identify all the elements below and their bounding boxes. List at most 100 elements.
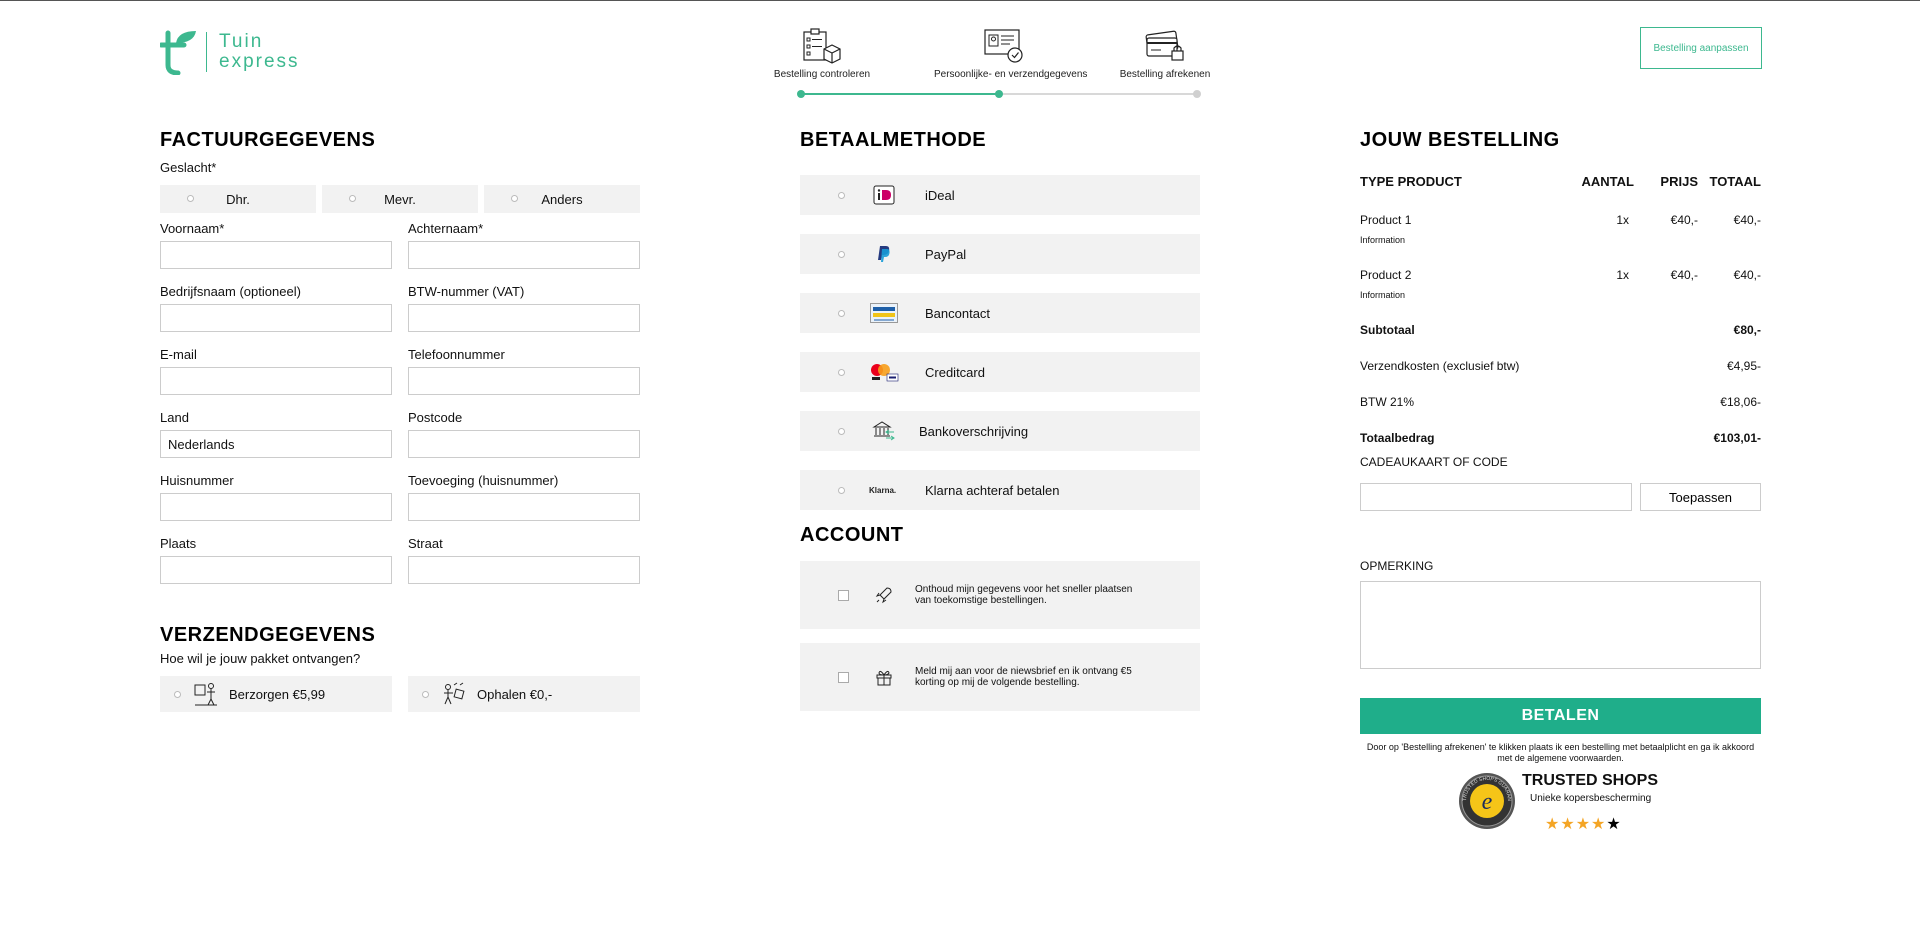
gender-option-dhr[interactable]: Dhr. bbox=[160, 185, 316, 213]
postcode-input[interactable] bbox=[408, 430, 640, 458]
product-qty: 1x bbox=[1616, 268, 1629, 282]
radio-button[interactable] bbox=[349, 195, 356, 202]
shipping-cost-value: €4,95- bbox=[1726, 359, 1761, 373]
logo[interactable]: Tuin express bbox=[160, 27, 300, 77]
shipping-question: Hoe wil je jouw pakket ontvangen? bbox=[160, 651, 361, 666]
radio-button[interactable] bbox=[838, 250, 845, 258]
star-rating: ★★★★★ bbox=[1545, 814, 1622, 834]
newsletter-checkbox[interactable] bbox=[838, 671, 849, 683]
payment-option-creditcard[interactable]: Creditcard bbox=[800, 352, 1200, 392]
star-icon: ★ bbox=[1575, 816, 1592, 833]
step-personal-details[interactable]: Persoonlijke- en verzendgegevens bbox=[934, 27, 1088, 80]
house-number-addition-input[interactable] bbox=[408, 493, 640, 521]
payment-section: BETAALMETHODE iDeal PayPal Bancontact Cr… bbox=[800, 129, 1200, 711]
payment-methods: iDeal PayPal Bancontact Creditcard Banko… bbox=[800, 175, 1200, 510]
field-label: Achternaam* bbox=[408, 221, 484, 236]
gender-option-mevr[interactable]: Mevr. bbox=[322, 185, 478, 213]
radio-button[interactable] bbox=[174, 690, 181, 698]
house-number-input[interactable] bbox=[160, 493, 392, 521]
vat-value: €18,06- bbox=[1720, 395, 1761, 409]
product-name: Product 1 bbox=[1360, 213, 1412, 227]
country-input[interactable] bbox=[160, 430, 392, 458]
radio-button[interactable] bbox=[838, 191, 845, 199]
radio-button[interactable] bbox=[511, 195, 518, 202]
creditcard-icon bbox=[871, 364, 899, 382]
pickup-icon bbox=[444, 682, 465, 705]
ideal-icon bbox=[873, 185, 895, 205]
product-total: €40,- bbox=[1733, 213, 1761, 227]
field-label: Toevoeging (huisnummer) bbox=[408, 473, 559, 488]
remark-textarea[interactable] bbox=[1360, 581, 1761, 669]
account-option-remember[interactable]: Onthoud mijn gegevens voor het sneller p… bbox=[800, 561, 1200, 629]
radio-button[interactable] bbox=[838, 486, 845, 494]
vat-label: BTW 21% bbox=[1360, 395, 1415, 409]
radio-button[interactable] bbox=[838, 427, 845, 435]
radio-button[interactable] bbox=[838, 309, 845, 317]
trusted-shops-subtitle: Unieke kopersbescherming bbox=[1530, 793, 1652, 804]
payment-option-label: Creditcard bbox=[925, 364, 985, 380]
product-name: Product 2 bbox=[1360, 268, 1412, 282]
payment-option-paypal[interactable]: PayPal bbox=[800, 234, 1200, 274]
payment-option-ideal[interactable]: iDeal bbox=[800, 175, 1200, 215]
last-name-input[interactable] bbox=[408, 241, 640, 269]
city-input[interactable] bbox=[160, 556, 392, 584]
radio-button[interactable] bbox=[422, 690, 429, 698]
order-title: JOUW BESTELLING bbox=[1360, 129, 1560, 151]
shipping-option-delivery[interactable]: Berzorgen €5,99 bbox=[160, 676, 392, 712]
star-icon: ★ bbox=[1560, 816, 1576, 833]
column-header: AANTAL bbox=[1581, 174, 1634, 189]
step-check-order[interactable]: Bestelling controleren bbox=[752, 27, 892, 80]
street-input[interactable] bbox=[408, 556, 640, 584]
payment-option-klarna[interactable]: Klarna. Klarna achteraf betalen bbox=[800, 470, 1200, 510]
pay-button[interactable]: BETALEN bbox=[1360, 698, 1761, 734]
gender-option-label: Dhr. bbox=[226, 191, 250, 207]
subtotal-row: Subtotaal €80,- bbox=[1360, 323, 1761, 337]
field-postcode: Postcode bbox=[408, 410, 640, 473]
radio-button[interactable] bbox=[838, 368, 845, 376]
edit-order-button[interactable]: Bestelling aanpassen bbox=[1640, 27, 1762, 69]
field-house-number-addition: Toevoeging (huisnummer) bbox=[408, 473, 640, 536]
gift-icon bbox=[876, 670, 892, 686]
trusted-shops-title: TRUSTED SHOPS bbox=[1522, 772, 1659, 789]
bank-transfer-icon bbox=[872, 421, 895, 441]
apply-code-button[interactable]: Toepassen bbox=[1640, 483, 1761, 511]
star-icon: ★ bbox=[1545, 816, 1561, 833]
radio-button[interactable] bbox=[187, 195, 194, 202]
step-checkout[interactable]: Bestelling afrekenen bbox=[1095, 27, 1235, 80]
gender-label: Geslacht* bbox=[160, 160, 217, 175]
field-company: Bedrijfsnaam (optioneel) bbox=[160, 284, 392, 347]
field-label: Postcode bbox=[408, 410, 463, 425]
product-total: €40,- bbox=[1733, 268, 1761, 282]
trusted-shops-seal-icon: e TRUSTED SHOPS GUARANTEE bbox=[1458, 772, 1515, 829]
gift-code-input[interactable] bbox=[1360, 483, 1632, 511]
field-street: Straat bbox=[408, 536, 640, 599]
progress-dot-1 bbox=[797, 90, 805, 98]
id-card-check-icon bbox=[984, 29, 1023, 63]
field-house-number: Huisnummer bbox=[160, 473, 392, 536]
shipping-option-label: Ophalen €0,- bbox=[477, 686, 553, 702]
shipping-option-pickup[interactable]: Ophalen €0,- bbox=[408, 676, 640, 712]
cards-lock-icon bbox=[1145, 30, 1184, 61]
payment-option-bank-transfer[interactable]: Bankoverschrijving bbox=[800, 411, 1200, 451]
seal-letter: e bbox=[1482, 789, 1493, 815]
gender-option-anders[interactable]: Anders bbox=[484, 185, 640, 213]
product-qty: 1x bbox=[1616, 213, 1629, 227]
field-country: Land bbox=[160, 410, 392, 473]
terms-text: Door op 'Bestelling afrekenen' te klikke… bbox=[1366, 742, 1755, 763]
product-info: Information bbox=[1360, 290, 1406, 300]
payment-option-label: Klarna achteraf betalen bbox=[925, 482, 1060, 498]
trusted-shops-badge[interactable]: e TRUSTED SHOPS GUARANTEE TRUSTED SHOPS … bbox=[1360, 770, 1761, 840]
remember-checkbox[interactable] bbox=[838, 589, 849, 601]
email-input[interactable] bbox=[160, 367, 392, 395]
table-row: Product 1 1x €40,- €40,- bbox=[1360, 213, 1761, 227]
vat-input[interactable] bbox=[408, 304, 640, 332]
payment-option-bancontact[interactable]: Bancontact bbox=[800, 293, 1200, 333]
account-option-newsletter[interactable]: Meld mij aan voor de niewsbrief en ik on… bbox=[800, 643, 1200, 711]
phone-input[interactable] bbox=[408, 367, 640, 395]
first-name-input[interactable] bbox=[160, 241, 392, 269]
company-input[interactable] bbox=[160, 304, 392, 332]
step-label: Persoonlijke- en verzendgegevens bbox=[934, 69, 1088, 80]
field-label: E-mail bbox=[160, 347, 197, 362]
product-price: €40,- bbox=[1670, 213, 1698, 227]
billing-title: FACTUURGEGEVENS bbox=[160, 129, 376, 151]
